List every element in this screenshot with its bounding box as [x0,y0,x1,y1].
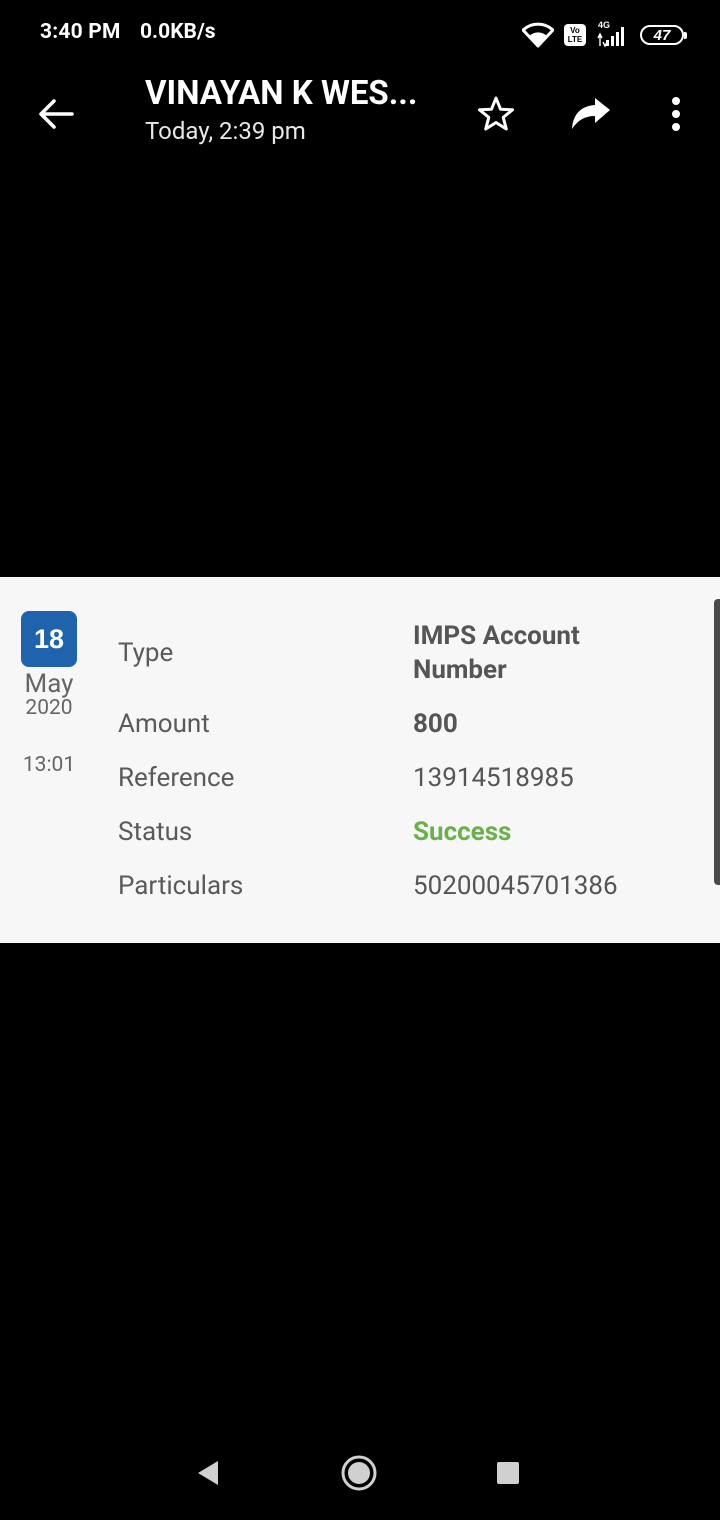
volte-icon: Vo LTE [564,24,586,46]
status-label: Status [118,817,193,847]
date-column: 18 May 2020 13:01 [14,611,84,777]
transaction-card: 18 May 2020 13:01 Type IMPS Account Numb… [0,577,720,943]
type-label: Type [118,638,174,668]
page-subtitle: Today, 2:39 pm [145,117,306,145]
app-bar: VINAYAN K WES... Today, 2:39 pm [0,70,720,160]
signal-icon: 4G [596,20,630,48]
forward-icon [572,98,610,129]
reference-value: 13914518985 [413,763,574,793]
star-icon [478,96,514,131]
triangle-back-icon [198,1461,218,1485]
nav-home-button[interactable] [329,1448,389,1498]
volte-top: Vo [570,26,580,35]
particulars-value: 50200045701386 [413,871,618,901]
wifi-icon [522,22,554,48]
year-label: 2020 [25,696,73,720]
status-icons: Vo LTE 4G 47 [522,18,687,52]
month-label: May [24,669,74,699]
square-recents-icon [497,1462,519,1484]
status-value: Success [413,817,512,847]
scrollbar [714,599,720,885]
day-badge: 18 [21,611,77,667]
amount-label: Amount [118,709,210,739]
type-value: IMPS Account Number [413,621,580,685]
reference-label: Reference [118,763,235,793]
nav-back-button[interactable] [178,1448,238,1498]
status-time: 3:40 PM [40,20,121,44]
battery-level: 47 [653,26,671,44]
navigation-bar [0,1430,720,1520]
star-button[interactable] [468,86,524,142]
forward-button[interactable] [563,86,619,142]
title-block: VINAYAN K WES... Today, 2:39 pm [145,74,445,148]
home-circle-icon [341,1455,377,1491]
status-bar: 3:40 PM 0.0KB/s Vo LTE 4G 47 [0,0,720,70]
battery-icon: 47 [640,25,687,45]
back-button[interactable] [28,86,84,142]
more-options-button[interactable] [648,86,704,142]
page-title: VINAYAN K WES... [145,74,418,113]
time-label: 13:01 [22,753,76,777]
more-vert-icon [672,97,680,131]
volte-bottom: LTE [567,35,583,44]
nav-recents-button[interactable] [478,1448,538,1498]
amount-value: 800 [413,709,458,739]
network-speed: 0.0KB/s [140,20,216,44]
particulars-label: Particulars [118,871,244,901]
arrow-left-icon [39,99,74,129]
